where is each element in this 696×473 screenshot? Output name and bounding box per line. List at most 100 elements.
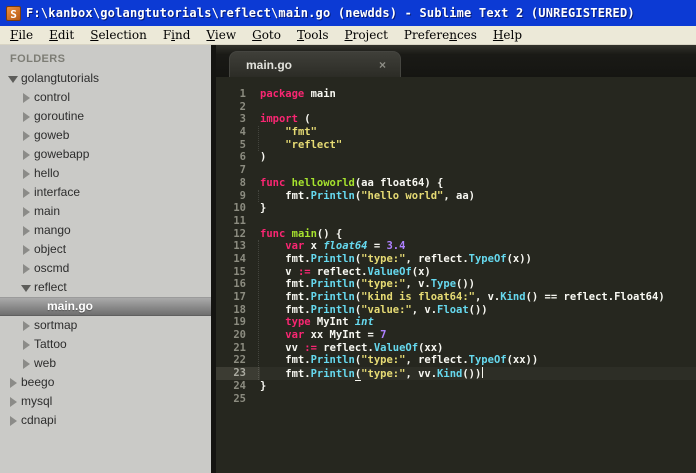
code-line-14[interactable]: fmt.Println("type:", reflect.TypeOf(x)) [260, 253, 696, 266]
code-line-20[interactable]: var xx MyInt = 7 [260, 329, 696, 342]
code-token: float64 [323, 240, 368, 253]
menu-bar: File Edit Selection Find View Goto Tools Projec… [0, 26, 696, 45]
code-line-1[interactable]: package main [260, 88, 696, 101]
folder-gowebapp[interactable]: gowebapp [0, 145, 211, 164]
code-token: type [285, 316, 311, 329]
menu-item-help[interactable]: Help [485, 27, 530, 44]
code-line-25[interactable] [260, 393, 696, 406]
tab-main-go[interactable]: main.go × [229, 51, 401, 77]
code-token: main [291, 227, 317, 240]
folder-tattoo[interactable]: Tattoo [0, 335, 211, 354]
folder-control[interactable]: control [0, 88, 211, 107]
code-line-21[interactable]: vv := reflect.ValueOf(xx) [260, 342, 696, 355]
code-token: , v. [474, 291, 501, 303]
titlebar[interactable]: S F:\kanbox\golangtutorials\reflect\main… [0, 0, 696, 26]
folder-goweb[interactable]: goweb [0, 126, 211, 145]
code-token: (xx) [418, 341, 444, 354]
line-number-gutter: 1 2 3 4 5 6 7 8 9 10 11 12 13 14 15 16 17 18 19 20 21 22 23 24 2… [216, 88, 260, 473]
code-line-13[interactable]: var x float64 = 3.4 [260, 240, 696, 253]
menu-item-preferences[interactable]: Preferences [396, 27, 485, 44]
tree-item-label: goweb [34, 128, 70, 142]
code-token: fmt. [260, 252, 311, 265]
tree-item-label: mango [34, 223, 71, 237]
code-line-22[interactable]: fmt.Println("type:", reflect.TypeOf(xx)) [260, 354, 696, 367]
folder-oscmd[interactable]: oscmd [0, 259, 211, 278]
menu-item-tools[interactable]: Tools [289, 27, 337, 44]
folder-interface[interactable]: interface [0, 183, 211, 202]
code-line-3[interactable]: import ( [260, 113, 696, 126]
menu-item-project[interactable]: Project [337, 27, 396, 44]
code-line-7[interactable] [260, 164, 696, 177]
tree-item-label: mysql [21, 394, 53, 408]
file-main-go[interactable]: main.go [0, 297, 211, 316]
code-token: = [367, 240, 387, 253]
code-token: reflect. [316, 341, 374, 354]
folder-reflect[interactable]: reflect [0, 278, 211, 297]
tab-close-icon[interactable]: × [377, 58, 388, 72]
menu-item-file[interactable]: File [2, 27, 41, 44]
line-number: 25 [233, 392, 246, 405]
code-token: () { [316, 227, 343, 240]
line-number: 3 [239, 113, 246, 126]
menu-item-edit[interactable]: Edit [41, 27, 82, 44]
folder-mysql[interactable]: mysql [0, 392, 211, 411]
folder-object[interactable]: object [0, 240, 211, 259]
indent-guide [258, 240, 259, 381]
tree-item-label: hello [34, 166, 60, 180]
folder-beego[interactable]: beego [0, 373, 211, 392]
code-line-17[interactable]: fmt.Println("kind is float64:", v.Kind()… [260, 291, 696, 304]
menu-item-view[interactable]: View [198, 27, 244, 44]
code-token: ) [260, 151, 267, 164]
code-token: (aa float64) { [354, 176, 444, 189]
code-token: ValueOf [373, 341, 419, 354]
code-line-9[interactable]: fmt.Println("hello world", aa) [260, 190, 696, 203]
line-number: 4 [239, 126, 246, 139]
folder-main[interactable]: main [0, 202, 211, 221]
code-line-12[interactable]: func main() { [260, 228, 696, 241]
code-line-2[interactable] [260, 101, 696, 114]
code-line-4[interactable]: "fmt" [260, 126, 696, 139]
folder-sortmap[interactable]: sortmap [0, 316, 211, 335]
code-line-11[interactable] [260, 215, 696, 228]
folder-mango[interactable]: mango [0, 221, 211, 240]
code-line-6[interactable]: ) [260, 151, 696, 164]
code-token: Println [310, 278, 355, 291]
sidebar: FOLDERS golangtutorials control goroutine g… [0, 45, 211, 473]
code-line-5[interactable]: "reflect" [260, 139, 696, 152]
code-line-18[interactable]: fmt.Println("value:", v.Float()) [260, 304, 696, 317]
code-line-16[interactable]: fmt.Println("type:", v.Type()) [260, 278, 696, 291]
folder-goroutine[interactable]: goroutine [0, 107, 211, 126]
code-editor[interactable]: 1 2 3 4 5 6 7 8 9 10 11 12 13 14 15 16 17 18 19 20 21 22 23 24 2… [216, 77, 696, 473]
folder-cdnapi[interactable]: cdnapi [0, 411, 211, 430]
folder-web[interactable]: web [0, 354, 211, 373]
folder-hello[interactable]: hello [0, 164, 211, 183]
code-lines[interactable]: package main import ( "fmt" "reflect") fun… [258, 88, 696, 473]
line-number: 10 [233, 202, 246, 215]
code-token: MyInt [310, 316, 355, 329]
menu-item-goto[interactable]: Goto [244, 27, 289, 44]
line-number: 14 [233, 252, 246, 265]
menu-item-find[interactable]: Find [155, 27, 199, 44]
code-token: xx MyInt = [304, 329, 381, 342]
line-number: 19 [233, 316, 246, 329]
code-line-23[interactable]: fmt.Println("type:", vv.Kind()) [260, 367, 696, 382]
code-token: ()) [456, 278, 475, 291]
code-token: fmt. [260, 291, 311, 303]
code-line-8[interactable]: func helloworld(aa float64) { [260, 177, 696, 190]
tree-item-label: oscmd [34, 261, 70, 275]
code-line-24[interactable]: } [260, 380, 696, 393]
code-line-19[interactable]: type MyInt int [260, 316, 696, 329]
folder-golangtutorials[interactable]: golangtutorials [0, 69, 211, 88]
code-line-15[interactable]: v := reflect.ValueOf(x) [260, 266, 696, 279]
code-token: Type [430, 278, 457, 291]
code-line-10[interactable]: } [260, 202, 696, 215]
code-token: "value:" [361, 303, 412, 316]
code-token: Kind [437, 368, 463, 381]
line-number: 13 [233, 240, 246, 253]
code-token: } [260, 379, 267, 392]
code-token: package [260, 88, 305, 100]
line-number: 7 [239, 164, 246, 177]
menu-item-selection[interactable]: Selection [82, 27, 155, 44]
